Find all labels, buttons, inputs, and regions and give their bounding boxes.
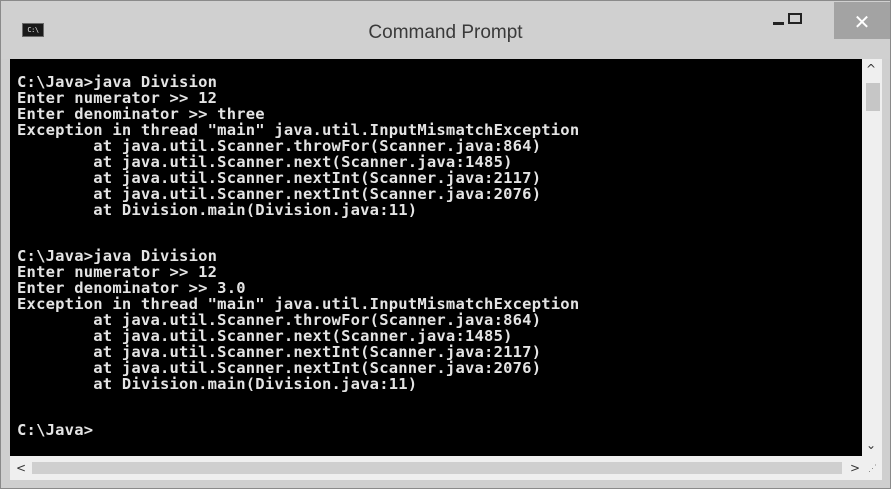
console-line: at java.util.Scanner.next(Scanner.java:1… xyxy=(17,153,513,171)
console-line: Enter denominator >> 3.0 xyxy=(17,279,246,297)
console-line: at java.util.Scanner.nextInt(Scanner.jav… xyxy=(17,169,542,187)
console-output[interactable]: C:\Java>java Division Enter numerator >>… xyxy=(10,59,862,456)
console-line: at java.util.Scanner.next(Scanner.java:1… xyxy=(17,327,513,345)
close-button[interactable]: ✕ xyxy=(834,2,890,39)
close-icon: ✕ xyxy=(853,10,871,34)
scroll-down-icon[interactable]: ⌄ xyxy=(866,439,876,451)
title-bar[interactable]: C:\ Command Prompt ✕ xyxy=(1,1,890,59)
console-line: Enter numerator >> 12 xyxy=(17,89,218,107)
minimize-icon xyxy=(773,22,784,25)
resize-grip-icon[interactable]: ⋰ xyxy=(868,464,878,474)
maximize-icon xyxy=(788,13,802,24)
scroll-up-icon[interactable]: ^ xyxy=(866,63,876,75)
horizontal-scroll-thumb[interactable] xyxy=(32,462,842,474)
scroll-right-icon[interactable]: > xyxy=(850,462,860,474)
vertical-scroll-thumb[interactable] xyxy=(866,83,880,111)
console-line: at Division.main(Division.java:11) xyxy=(17,375,418,393)
console-line: Exception in thread "main" java.util.Inp… xyxy=(17,295,580,313)
console-prompt: C:\Java> xyxy=(17,421,94,439)
horizontal-scrollbar[interactable]: < > ⋰ xyxy=(10,456,882,480)
console-line: at java.util.Scanner.throwFor(Scanner.ja… xyxy=(17,311,542,329)
command-prompt-window: C:\ Command Prompt ✕ C:\Java>java Divisi… xyxy=(0,0,891,489)
console-line: Exception in thread "main" java.util.Inp… xyxy=(17,121,580,139)
console-line: at java.util.Scanner.throwFor(Scanner.ja… xyxy=(17,137,542,155)
console-line: Enter denominator >> three xyxy=(17,105,265,123)
console-line: at java.util.Scanner.nextInt(Scanner.jav… xyxy=(17,185,542,203)
console-line: at Division.main(Division.java:11) xyxy=(17,201,418,219)
console-line: at java.util.Scanner.nextInt(Scanner.jav… xyxy=(17,359,542,377)
scroll-left-icon[interactable]: < xyxy=(16,462,26,474)
console-line: C:\Java>java Division xyxy=(17,73,218,91)
console-line: C:\Java>java Division xyxy=(17,247,218,265)
console-line: at java.util.Scanner.nextInt(Scanner.jav… xyxy=(17,343,542,361)
console-line: Enter numerator >> 12 xyxy=(17,263,218,281)
vertical-scrollbar[interactable]: ^ ⌄ xyxy=(862,59,882,456)
